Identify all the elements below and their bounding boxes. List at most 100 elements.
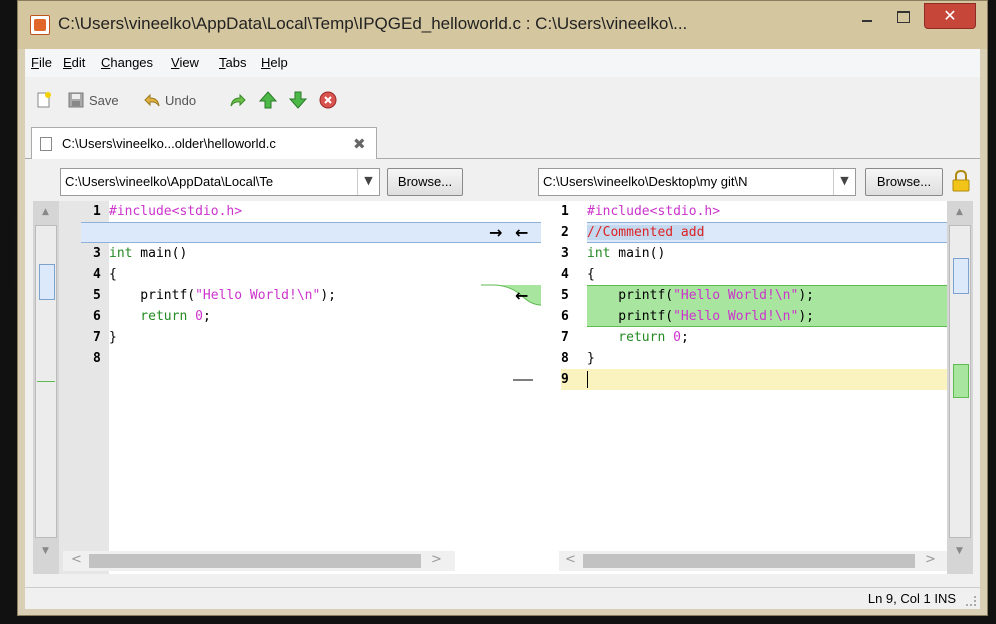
left-editor[interactable]: #include<stdio.h> int main() { printf("H…	[63, 201, 481, 574]
left-overview-track	[35, 225, 57, 538]
left-path-text: C:\Users\vineelko\AppData\Local\Te	[65, 174, 274, 189]
chevron-down-icon[interactable]: ▼	[357, 169, 379, 195]
push-right-arrow-icon[interactable]: →	[489, 222, 502, 243]
change-marker[interactable]	[39, 264, 55, 300]
code-line: }	[587, 348, 947, 369]
left-browse-button[interactable]: Browse...	[387, 168, 463, 196]
chevron-down-icon[interactable]: ▼	[833, 169, 855, 195]
stop-icon	[319, 91, 337, 109]
push-left-arrow-icon[interactable]: ←	[515, 222, 528, 243]
scrollbar-thumb[interactable]	[583, 554, 915, 568]
string-literal: "Hello World!\n"	[195, 288, 321, 303]
scroll-up-icon[interactable]: ▲	[956, 207, 963, 217]
code-line: {	[587, 264, 947, 285]
right-overview-bar[interactable]: ▲ ▼	[947, 201, 973, 574]
right-path-combo[interactable]: C:\Users\vineelko\Desktop\my git\N ▼	[538, 168, 856, 196]
previous-change-button[interactable]	[259, 90, 281, 110]
new-document-icon	[37, 92, 51, 108]
redo-button[interactable]	[229, 90, 251, 110]
code-line: return 0;	[587, 327, 947, 348]
line-number: 7	[93, 330, 101, 345]
number-literal: 0	[187, 309, 203, 324]
menu-file-rest: ile	[38, 55, 52, 70]
change-marker[interactable]	[953, 258, 969, 294]
code-line: printf("Hello World!\n");	[587, 306, 947, 327]
tab-file-comparison[interactable]: C:\Users\vineelko...older\helloworld.c ✖	[31, 127, 377, 159]
code-line: //Commented add	[587, 222, 947, 243]
new-button[interactable]	[35, 90, 57, 110]
string-literal: "Hello World!\n"	[673, 288, 799, 303]
menu-help[interactable]: Help	[261, 55, 288, 70]
undo-button[interactable]: Undo	[143, 90, 196, 110]
code-text: }	[109, 330, 117, 345]
right-editor[interactable]: #include<stdio.h> //Commented add int ma…	[559, 201, 947, 574]
text-cursor	[587, 371, 588, 388]
diff-editors: ▲ ▼ #include<stdio.h> int main() { print…	[33, 201, 973, 574]
code-line: printf("Hello World!\n");	[109, 285, 481, 306]
menu-mnemonic: E	[63, 55, 72, 70]
maximize-button[interactable]	[888, 7, 918, 29]
left-overview-bar[interactable]: ▲ ▼	[33, 201, 59, 574]
arrow-down-icon	[289, 91, 307, 109]
keyword: int	[587, 246, 611, 261]
menu-tabs[interactable]: Tabs	[219, 55, 246, 70]
code-text: ;	[202, 309, 211, 324]
next-change-button[interactable]	[289, 90, 311, 110]
arrow-up-icon	[259, 91, 277, 109]
title-bar[interactable]: C:\Users\vineelko\AppData\Local\Temp\IPQ…	[18, 1, 987, 49]
code-line: #include<stdio.h>	[587, 201, 947, 222]
menu-bar: File Edit Changes View Tabs Help	[25, 49, 980, 77]
scroll-down-icon[interactable]: ▼	[956, 546, 963, 556]
menu-file[interactable]: File	[31, 55, 52, 70]
save-label: Save	[89, 92, 119, 108]
left-horizontal-scrollbar[interactable]: < >	[63, 551, 455, 571]
right-horizontal-scrollbar[interactable]: < >	[559, 551, 947, 571]
scroll-up-icon[interactable]: ▲	[42, 207, 49, 217]
scroll-right-icon[interactable]: >	[431, 552, 442, 567]
scroll-right-icon[interactable]: >	[925, 552, 936, 567]
document-icon	[40, 137, 52, 151]
scroll-left-icon[interactable]: <	[71, 552, 82, 567]
right-browse-button[interactable]: Browse...	[865, 168, 943, 196]
lock-icon[interactable]	[951, 170, 971, 192]
resize-grip[interactable]	[966, 596, 976, 606]
comment-text: //Commented add	[587, 225, 705, 240]
line-number: 4	[561, 267, 569, 282]
scrollbar-thumb[interactable]	[89, 554, 421, 568]
line-number: 1	[93, 204, 101, 219]
link-map	[481, 284, 541, 381]
line-number: 4	[93, 267, 101, 282]
left-path-combo[interactable]: C:\Users\vineelko\AppData\Local\Te ▼	[60, 168, 380, 196]
line-number: 9	[561, 369, 587, 390]
tab-close-icon[interactable]: ✖	[353, 135, 366, 153]
line-number: 8	[561, 351, 569, 366]
code-text: main()	[610, 246, 666, 261]
insert-marker[interactable]	[953, 364, 969, 398]
code-text: main()	[132, 246, 188, 261]
menu-view[interactable]: View	[171, 55, 199, 70]
number-literal: 0	[665, 330, 681, 345]
line-number: 1	[561, 204, 569, 219]
code-text: {	[109, 267, 117, 282]
menu-edit[interactable]: Edit	[63, 55, 85, 70]
stop-button[interactable]	[319, 90, 341, 110]
line-number: 8	[93, 351, 101, 366]
scroll-down-icon[interactable]: ▼	[42, 546, 49, 556]
status-bar: Ln 9, Col 1 INS	[25, 587, 980, 609]
close-button[interactable]: ✕	[924, 3, 976, 29]
code-text: printf(	[587, 288, 674, 303]
push-left-arrow-icon[interactable]: ←	[515, 285, 528, 306]
app-icon[interactable]	[30, 15, 50, 35]
menu-changes[interactable]: Changes	[101, 55, 153, 70]
menu-mnemonic: H	[261, 55, 271, 70]
line-number: 5	[561, 288, 569, 303]
minimize-button[interactable]	[852, 7, 882, 29]
scroll-left-icon[interactable]: <	[565, 552, 576, 567]
code-text: );	[798, 309, 814, 324]
keyword: int	[109, 246, 133, 261]
insert-marker[interactable]	[37, 381, 55, 382]
right-overview-track	[949, 225, 971, 538]
keyword: return	[109, 309, 188, 324]
save-button[interactable]: Save	[67, 90, 119, 110]
